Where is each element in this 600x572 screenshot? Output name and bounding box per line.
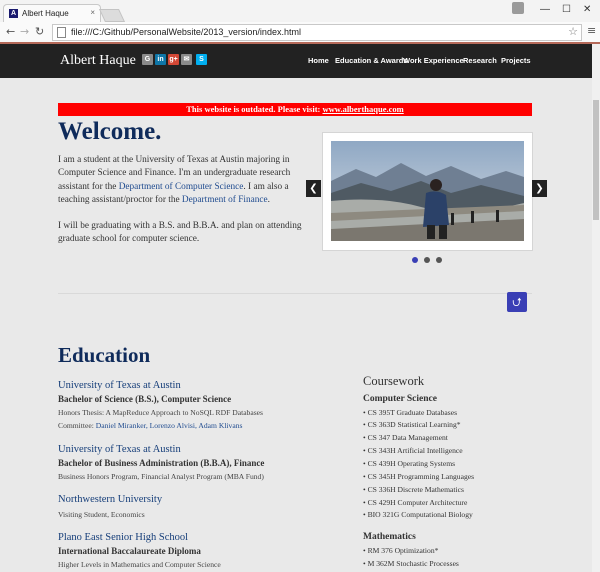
education-heading: Education: [58, 343, 151, 367]
minimize-icon[interactable]: —: [540, 4, 550, 15]
nav-projects[interactable]: Projects: [501, 56, 531, 65]
math-courses-heading: Mathematics: [363, 532, 416, 542]
browser-tab[interactable]: A Albert Haque ×: [3, 4, 101, 23]
link-department-cs[interactable]: Department of Computer Science: [119, 182, 244, 192]
school-name: University of Texas at Austin: [58, 444, 181, 455]
scrollbar-thumb[interactable]: [593, 100, 599, 220]
tab-title: Albert Haque: [22, 9, 69, 18]
page-scrollbar[interactable]: [592, 44, 600, 572]
user-profile-icon[interactable]: [512, 2, 524, 14]
school-degree: Bachelor of Science (B.S.), Computer Sci…: [58, 394, 232, 404]
nav-home[interactable]: Home: [308, 56, 329, 65]
course-item: • CS 429H Computer Architecture: [363, 498, 468, 507]
carousel-indicator-2[interactable]: [424, 257, 430, 263]
site-navbar: Albert Haque G in g+ ✉ S Home Education …: [0, 44, 592, 78]
github-icon[interactable]: G: [142, 54, 153, 65]
carousel-next-button[interactable]: ❯: [532, 180, 547, 197]
tab-close-icon[interactable]: ×: [90, 8, 95, 17]
browser-toolbar: ← → ↻ file:///C:/Github/PersonalWebsite/…: [0, 22, 600, 43]
course-item: • CS 336H Discrete Mathematics: [363, 485, 464, 494]
nav-research[interactable]: Research: [463, 56, 497, 65]
course-item: • RM 376 Optimization*: [363, 546, 439, 555]
school-detail: Honors Thesis: A MapReduce Approach to N…: [58, 408, 264, 417]
url-text: file:///C:/Github/PersonalWebsite/2013_v…: [71, 27, 301, 37]
banner-link[interactable]: www.alberthaque.com: [323, 104, 404, 114]
intro-text-part: .: [267, 194, 270, 205]
page-icon: [57, 27, 66, 38]
committee-links[interactable]: Daniel Miranker, Lorenzo Alvisi, Adam Kl…: [96, 421, 243, 430]
nav-education-awards[interactable]: Education & Awards: [335, 56, 408, 65]
carousel-indicator-1[interactable]: [412, 257, 418, 263]
site-brand[interactable]: Albert Haque: [60, 53, 136, 69]
browser-titlebar: A Albert Haque × — ☐ ✕: [0, 0, 600, 23]
carousel-photo: [331, 141, 524, 241]
intro-text: I am a student at the University of Texa…: [58, 154, 308, 260]
thesis-committee: Committee: Daniel Miranker, Lorenzo Alvi…: [58, 421, 242, 430]
link-department-finance[interactable]: Department of Finance: [182, 195, 268, 205]
school-name: Plano East Senior High School: [58, 532, 189, 543]
course-item: • M 362M Stochastic Processes: [363, 559, 459, 568]
address-bar[interactable]: file:///C:/Github/PersonalWebsite/2013_v…: [52, 24, 582, 41]
carousel-indicator-3[interactable]: [436, 257, 442, 263]
photo-carousel: [322, 132, 533, 251]
section-divider: [58, 293, 532, 294]
committee-label: Committee:: [58, 421, 96, 430]
coursework-heading: Coursework: [363, 374, 425, 388]
intro-graduation: I will be graduating with a B.S. and B.B…: [58, 221, 302, 245]
googleplus-icon[interactable]: g+: [168, 54, 179, 65]
course-item: • CS 363D Statistical Learning*: [363, 420, 461, 429]
school-degree: International Baccalaureate Diploma: [58, 546, 201, 556]
school-detail: Higher Levels in Mathematics and Compute…: [58, 560, 221, 569]
nav-work-experience[interactable]: Work Experience: [403, 56, 464, 65]
course-item: • CS 343H Artificial Intelligence: [363, 446, 463, 455]
new-tab-button[interactable]: [98, 9, 126, 22]
reload-icon[interactable]: ↻: [35, 25, 44, 38]
scroll-up-button[interactable]: ⮍: [507, 292, 527, 312]
course-item: • CS 345H Programming Languages: [363, 472, 475, 481]
school-name: Northwestern University: [58, 494, 163, 505]
school-detail: Visiting Student, Economics: [58, 510, 145, 519]
course-item: • BIO 321G Computational Biology: [363, 510, 473, 519]
bookmark-star-icon[interactable]: ☆: [568, 25, 578, 38]
banner-text: This website is outdated. Please visit:: [186, 104, 323, 114]
maximize-icon[interactable]: ☐: [562, 4, 571, 15]
back-icon[interactable]: ←: [6, 25, 15, 38]
outdated-banner: This website is outdated. Please visit: …: [58, 103, 532, 116]
school-detail: Business Honors Program, Financial Analy…: [58, 472, 264, 481]
welcome-title: Welcome.: [58, 118, 162, 145]
forward-icon[interactable]: →: [20, 25, 29, 38]
course-item: • CS 347 Data Management: [363, 433, 448, 442]
favicon-icon: A: [9, 9, 18, 18]
skype-icon[interactable]: S: [196, 54, 207, 65]
close-window-icon[interactable]: ✕: [583, 4, 591, 15]
school-name: University of Texas at Austin: [58, 380, 181, 391]
course-item: • CS 395T Graduate Databases: [363, 408, 458, 417]
course-item: • CS 439H Operating Systems: [363, 459, 456, 468]
carousel-prev-button[interactable]: ❮: [306, 180, 321, 197]
cs-courses-heading: Computer Science: [363, 394, 437, 404]
browser-menu-icon[interactable]: ≡: [587, 24, 596, 37]
linkedin-icon[interactable]: in: [155, 54, 166, 65]
school-degree: Bachelor of Business Administration (B.B…: [58, 458, 265, 468]
email-icon[interactable]: ✉: [181, 54, 192, 65]
